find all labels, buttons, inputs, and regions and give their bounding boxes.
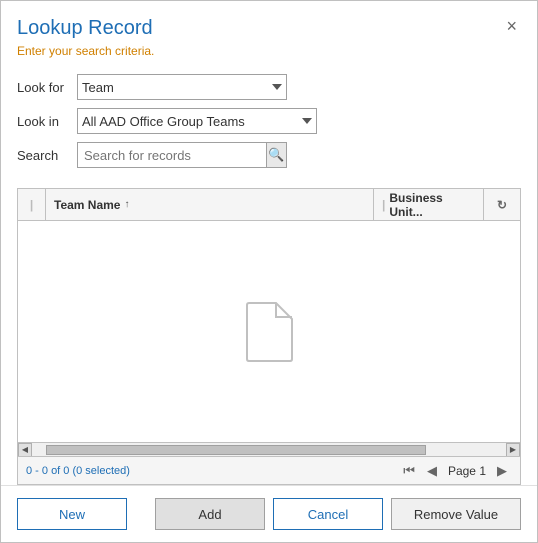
dialog-subtitle: Enter your search criteria.	[17, 44, 521, 58]
businessunit-col-header[interactable]: | Business Unit...	[374, 189, 484, 220]
dialog-title: Lookup Record	[17, 17, 521, 40]
divider-icon: |	[30, 198, 33, 212]
table-header: | Team Name ↑ | Business Unit... ↻	[18, 189, 520, 221]
lookfor-row: Look for Team	[17, 74, 521, 100]
scroll-track	[32, 443, 506, 456]
empty-file-icon	[244, 301, 294, 363]
cancel-button[interactable]: Cancel	[273, 498, 383, 530]
search-label: Search	[17, 148, 77, 163]
dialog-buttons: New Add Cancel Remove Value	[1, 485, 537, 542]
prev-page-button[interactable]: ◀	[422, 462, 442, 479]
table-body	[18, 221, 520, 442]
lookfor-select[interactable]: Team	[77, 74, 287, 100]
search-input-wrapper: 🔍	[77, 142, 287, 168]
sort-arrow: ↑	[124, 199, 129, 210]
lookfor-label: Look for	[17, 80, 77, 95]
checkbox-col-header: |	[18, 189, 46, 220]
scroll-thumb	[46, 445, 426, 455]
lookin-row: Look in All AAD Office Group Teams	[17, 108, 521, 134]
first-page-button[interactable]: ⏮	[398, 462, 420, 479]
horizontal-scrollbar[interactable]: ◀ ▶	[18, 442, 520, 456]
lookin-select[interactable]: All AAD Office Group Teams	[77, 108, 317, 134]
results-table: | Team Name ↑ | Business Unit... ↻	[17, 188, 521, 485]
lookin-label: Look in	[17, 114, 77, 129]
next-page-button[interactable]: ▶	[492, 462, 512, 479]
divider-icon2: |	[382, 198, 385, 212]
businessunit-col-label: Business Unit...	[389, 191, 475, 219]
search-row: Search 🔍	[17, 142, 521, 168]
dialog-header: Lookup Record Enter your search criteria…	[1, 1, 537, 66]
search-button[interactable]: 🔍	[266, 143, 286, 167]
remove-value-button[interactable]: Remove Value	[391, 498, 521, 530]
pagination: ⏮ ◀ Page 1 ▶	[398, 462, 512, 479]
scroll-right-btn[interactable]: ▶	[506, 443, 520, 457]
add-button[interactable]: Add	[155, 498, 265, 530]
refresh-icon: ↻	[497, 198, 507, 212]
teamname-col-label: Team Name	[54, 198, 120, 212]
new-button[interactable]: New	[17, 498, 127, 530]
refresh-button[interactable]: ↻	[484, 189, 520, 220]
scroll-left-btn[interactable]: ◀	[18, 443, 32, 457]
teamname-col-header[interactable]: Team Name ↑	[46, 189, 374, 220]
page-label: Page 1	[444, 464, 490, 478]
empty-state	[244, 301, 294, 363]
form-section: Look for Team Look in All AAD Office Gro…	[1, 66, 537, 188]
search-input[interactable]	[78, 143, 266, 167]
record-count: 0 - 0 of 0 (0 selected)	[26, 465, 130, 477]
search-icon: 🔍	[268, 147, 284, 163]
table-footer: 0 - 0 of 0 (0 selected) ⏮ ◀ Page 1 ▶	[18, 456, 520, 484]
lookup-record-dialog: Lookup Record Enter your search criteria…	[0, 0, 538, 543]
close-button[interactable]: ×	[500, 15, 523, 37]
